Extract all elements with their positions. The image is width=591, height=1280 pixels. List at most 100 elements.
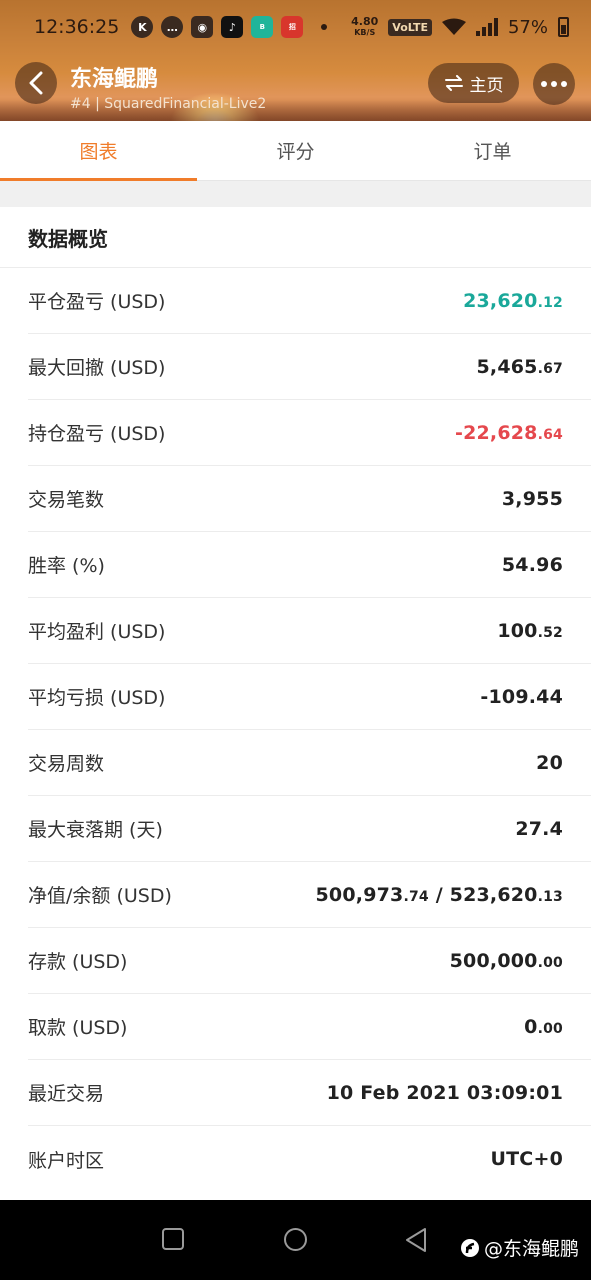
overview-list: 平仓盈亏 (USD) 23,620.12 最大回撤 (USD) 5,465.67 持仓盈… [0,268,591,1192]
row-label: 存款 (USD) [28,951,128,973]
data-overview-card: 数据概览 平仓盈亏 (USD) 23,620.12 最大回撤 (USD) 5,465.… [0,207,591,1200]
back-button[interactable] [15,62,57,104]
value-integer: UTC+0 [490,1148,563,1170]
header-banner: 12:36:25 K … ◉ ♪ B 招 4.80 KB/S VoLTE 57% [0,0,591,121]
watermark: @东海鲲鹏 [460,1234,579,1261]
row-label: 交易周数 [28,753,105,775]
value-decimal: .74 [403,888,429,905]
row-value: 5,465.67 [476,356,563,378]
row-value: 100.52 [497,620,563,642]
row-value: 27.4 [515,818,563,840]
row-label: 胜率 (%) [28,555,105,577]
dot-icon [561,81,567,87]
overview-row: 存款 (USD) 500,000.00 [28,928,591,994]
value-integer: -109.44 [480,685,563,708]
weibo-logo-icon [461,1238,479,1257]
notification-icons: K … ◉ ♪ B 招 [131,16,328,38]
paw-icon: ◉ [191,16,214,38]
swap-arrows-icon [444,75,463,91]
overview-row: 交易笔数 3,955 [28,466,591,532]
tab-rating[interactable]: 评分 [197,121,394,180]
value-decimal: .64 [537,426,563,443]
value-decimal: .12 [537,294,563,311]
row-label: 交易笔数 [28,489,105,511]
account-subtitle: #4 | SquaredFinancial-Live2 [70,96,267,112]
row-value: -22,628.64 [455,422,563,444]
tab-orders[interactable]: 订单 [394,121,591,180]
overview-row: 取款 (USD) 0.00 [28,994,591,1060]
row-label: 最近交易 [28,1083,105,1105]
more-notifications-dot-icon [321,24,328,30]
row-value: 500,973.74 / 523,620.13 [316,884,563,906]
volte-badge: VoLTE [388,18,432,36]
status-right: 4.80 KB/S VoLTE 57% [351,16,569,38]
section-title: 数据概览 [0,207,591,268]
value-integer: 3,955 [501,487,563,510]
tiktok-icon: ♪ [221,16,244,38]
value-decimal: .00 [537,954,563,971]
securities-app-icon: 招 [281,16,304,38]
wifi-icon [441,18,466,35]
overview-row: 最大回撤 (USD) 5,465.67 [28,334,591,400]
value-integer: 500,000 [449,949,538,972]
row-value: UTC+0 [491,1148,563,1170]
chat-bubble-icon: … [161,16,184,38]
overview-row: 胜率 (%) 54.96 [28,532,591,598]
row-label: 取款 (USD) [28,1017,128,1039]
overview-row: 平均盈利 (USD) 100.52 [28,598,591,664]
tab-chart[interactable]: 图表 [0,121,197,181]
value-integer: 23,620 [463,289,538,312]
battery-icon [558,17,569,37]
k-app-icon: K [131,16,154,38]
row-label: 净值/余额 (USD) [28,885,172,907]
more-options-button[interactable] [533,63,575,105]
row-label: 平均盈利 (USD) [28,621,166,643]
row-value: 10 Feb 2021 03:09:01 [327,1082,563,1104]
row-label: 最大回撤 (USD) [28,357,166,379]
watermark-text: @东海鲲鹏 [484,1238,580,1260]
value-decimal: .00 [537,1020,563,1037]
battery-percent: 57% [507,16,548,38]
row-value: 23,620.12 [463,290,563,312]
overview-row: 交易周数 20 [28,730,591,796]
value-integer: 100 [497,619,538,642]
overview-row: 净值/余额 (USD) 500,973.74 / 523,620.13 [28,862,591,928]
overview-row: 平均亏损 (USD) -109.44 [28,664,591,730]
boss-app-icon: B [251,16,274,38]
value-integer: / 523,620 [428,883,538,906]
value-integer: 5,465 [476,355,538,378]
dot-icon [551,81,557,87]
value-integer: 20 [536,751,563,774]
value-integer: 10 Feb 2021 03:09:01 [326,1081,563,1104]
status-bar: 12:36:25 K … ◉ ♪ B 招 4.80 KB/S VoLTE 57% [0,0,591,54]
page-title: 东海鲲鹏 [70,67,159,92]
home-button-label: 主页 [469,75,504,96]
overview-row: 账户时区 UTC+0 [28,1126,591,1192]
recent-apps-button[interactable] [162,1228,184,1250]
row-value: 3,955 [502,488,563,510]
row-label: 持仓盈亏 (USD) [28,423,166,445]
home-button[interactable]: 主页 [428,63,519,103]
home-nav-button[interactable] [284,1228,307,1251]
cell-signal-icon [475,18,498,36]
row-value: 20 [536,752,563,774]
value-integer: 0 [524,1015,538,1038]
row-value: 0.00 [524,1016,563,1038]
net-speed-value: 4.80 [351,15,379,28]
back-triangle-icon[interactable] [404,1227,428,1253]
row-value: -109.44 [480,686,563,708]
row-value: 54.96 [502,554,563,576]
value-integer: 500,973 [315,883,404,906]
status-time: 12:36:25 [34,16,120,38]
value-integer: 27.4 [515,817,563,840]
row-label: 平仓盈亏 (USD) [28,291,166,313]
overview-row: 持仓盈亏 (USD) -22,628.64 [28,400,591,466]
system-nav-bar: @东海鲲鹏 [0,1200,591,1280]
network-speed: 4.80 KB/S [351,16,378,38]
net-speed-unit: KB/S [354,28,376,37]
value-integer: -22,628 [454,421,538,444]
overview-row: 最大衰落期 (天) 27.4 [28,796,591,862]
value-decimal: .67 [537,360,563,377]
value-integer: 54.96 [501,553,563,576]
row-label: 平均亏损 (USD) [28,687,166,709]
